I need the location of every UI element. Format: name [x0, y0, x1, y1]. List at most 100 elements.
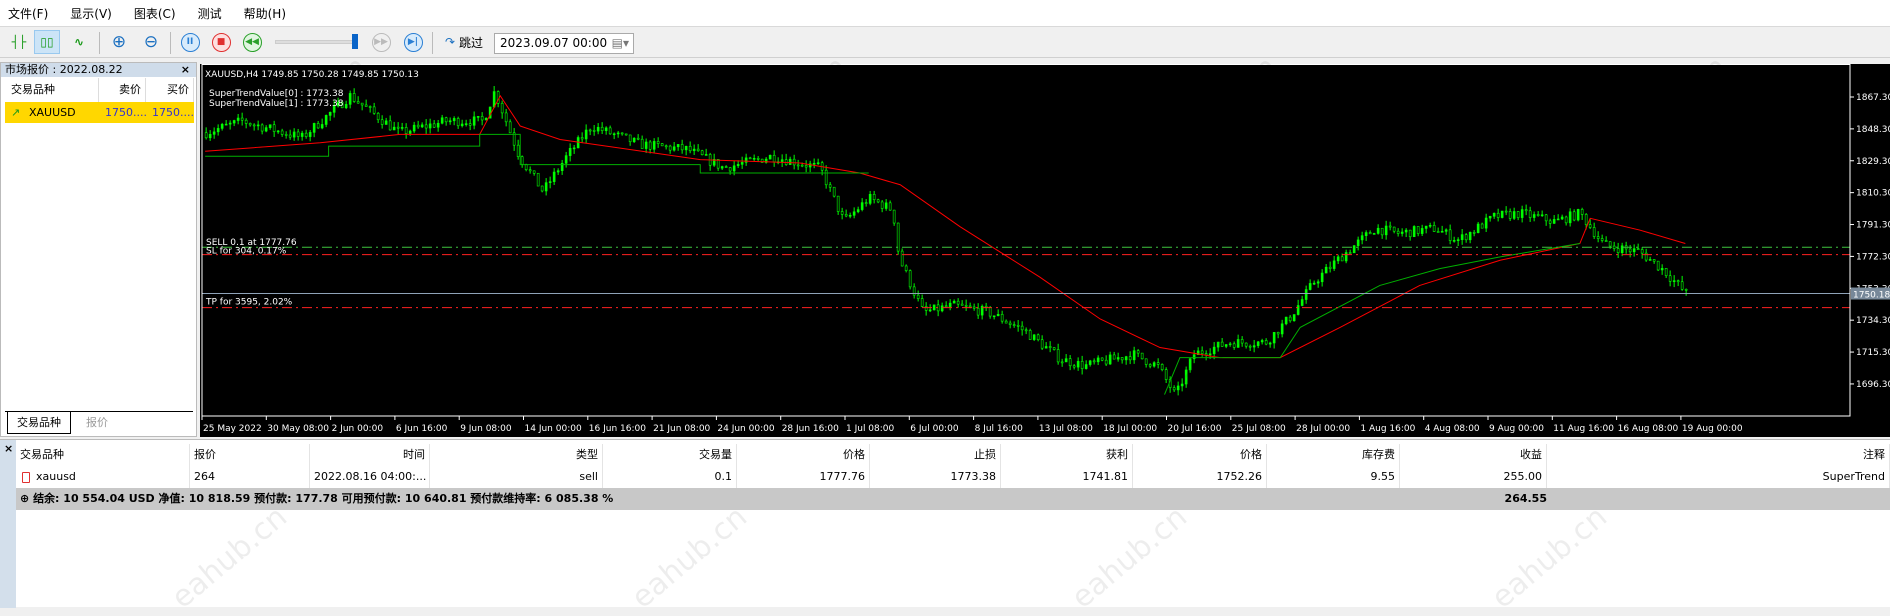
candle [440, 117, 444, 124]
candle [540, 185, 544, 192]
candle [1004, 320, 1008, 324]
candle [1476, 223, 1480, 233]
candle [1420, 228, 1424, 234]
candle [1240, 339, 1244, 344]
column-header[interactable]: 交易品种 [16, 444, 190, 466]
x-tick-label: 28 Jul 00:00 [1296, 424, 1350, 434]
candle [768, 154, 772, 160]
candle [1512, 211, 1516, 219]
candle [1160, 364, 1164, 370]
candle [416, 124, 420, 128]
zoom-in-button[interactable]: ⊕ [106, 30, 132, 54]
menu-view[interactable]: 显示(V) [70, 5, 112, 22]
expand-icon[interactable]: ⊕ [20, 492, 29, 505]
indicator-value-0: SuperTrendValue[0] : 1773.38 [209, 89, 344, 99]
y-tick-label: 1772.30 [1856, 252, 1890, 262]
skip-button[interactable]: ↷ 跳过 [438, 30, 490, 54]
candle [828, 184, 832, 188]
column-header[interactable]: 类型 [430, 444, 603, 466]
market-watch-row[interactable]: ↗ XAUUSD 1750.... 1750.... [5, 102, 194, 123]
summary-text: 结余: 10 554.04 USD 净值: 10 818.59 预付款: 177… [33, 492, 614, 505]
menu-chart[interactable]: 图表(C) [134, 5, 176, 22]
fast-forward-button[interactable]: ▶▶ [368, 30, 394, 54]
column-header[interactable]: 止损 [870, 444, 1001, 466]
candle [1436, 231, 1440, 233]
candle [612, 133, 616, 136]
close-icon[interactable]: × [4, 442, 13, 455]
current-price-label: 1750.18 [1853, 291, 1890, 301]
bar-chart-button[interactable]: ┤├ [6, 30, 32, 54]
x-tick-label: 4 Aug 08:00 [1425, 424, 1480, 434]
candle [1632, 248, 1636, 253]
candle [1548, 220, 1552, 224]
column-header-bid[interactable]: 卖价 [99, 78, 146, 102]
terminal-side-strip: × [0, 440, 16, 608]
candle [1636, 248, 1640, 250]
candle [960, 303, 964, 306]
tab-quotes[interactable]: 报价 [77, 412, 117, 434]
column-header[interactable]: 价格 [1133, 444, 1267, 466]
candle [236, 117, 240, 121]
candle [1480, 223, 1484, 229]
candle [928, 309, 932, 312]
candle [732, 165, 736, 172]
stop-button[interactable]: ■ [208, 30, 234, 54]
column-header[interactable]: 时间 [310, 444, 430, 466]
candle [1344, 252, 1348, 262]
candle [1216, 341, 1220, 348]
tab-symbols[interactable]: 交易品种 [7, 412, 71, 434]
column-header-symbol[interactable]: 交易品种 [5, 78, 99, 102]
table-cell: xauusd [16, 466, 190, 488]
candle [468, 123, 472, 126]
candle [380, 119, 384, 125]
account-summary: ⊕ 结余: 10 554.04 USD 净值: 10 818.59 预付款: 1… [16, 488, 1890, 510]
candle [1456, 239, 1460, 241]
speed-slider[interactable] [275, 40, 355, 44]
candle-chart-button[interactable]: ▯▯ [34, 30, 60, 54]
column-header-ask[interactable]: 买价 [146, 78, 194, 102]
candle [736, 164, 740, 167]
table-cell: SuperTrend [1547, 466, 1890, 488]
column-header[interactable]: 获利 [1001, 444, 1133, 466]
menu-file[interactable]: 文件(F) [8, 5, 48, 22]
speed-slider-thumb[interactable] [352, 34, 358, 49]
column-header[interactable]: 价格 [737, 444, 870, 466]
candle [412, 124, 416, 132]
calendar-icon[interactable]: ▤▾ [612, 36, 629, 50]
candle [700, 150, 704, 155]
candle [1364, 232, 1368, 236]
candle [1164, 369, 1168, 380]
column-header[interactable]: 注释 [1547, 444, 1890, 466]
candle [396, 126, 400, 129]
price-chart[interactable]: XAUUSD,H4 1749.85 1750.28 1749.85 1750.1… [200, 64, 1890, 437]
candle [212, 131, 216, 135]
candle [1116, 357, 1120, 360]
column-header[interactable]: 报价 [190, 444, 310, 466]
candle [216, 128, 220, 133]
menu-test[interactable]: 测试 [198, 5, 222, 22]
candle [1304, 289, 1308, 300]
pause-icon: II [180, 32, 200, 52]
candle [1068, 358, 1072, 367]
candle [1680, 281, 1684, 290]
step-button[interactable]: ▶| [400, 30, 426, 54]
candle [1016, 325, 1020, 327]
candle [816, 162, 820, 165]
zoom-out-button[interactable]: ⊖ [138, 30, 164, 54]
skip-date-input[interactable]: 2023.09.07 00:00 ▤▾ [494, 33, 634, 54]
column-header[interactable]: 交易量 [603, 444, 737, 466]
pause-button[interactable]: II [177, 30, 203, 54]
column-header[interactable]: 收益 [1400, 444, 1547, 466]
line-chart-button[interactable]: ∿ [66, 30, 92, 54]
candle [304, 132, 308, 137]
column-header[interactable]: 库存费 [1267, 444, 1400, 466]
x-tick-label: 11 Aug 16:00 [1553, 424, 1614, 434]
candle [1256, 341, 1260, 346]
candle [696, 148, 700, 152]
line-chart-icon: ∿ [73, 35, 85, 49]
rewind-button[interactable]: ◀◀ [239, 30, 265, 54]
close-icon[interactable]: × [181, 63, 190, 76]
x-tick-label: 8 Jul 16:00 [975, 424, 1024, 434]
menu-help[interactable]: 帮助(H) [244, 5, 286, 22]
candle [1128, 356, 1132, 361]
